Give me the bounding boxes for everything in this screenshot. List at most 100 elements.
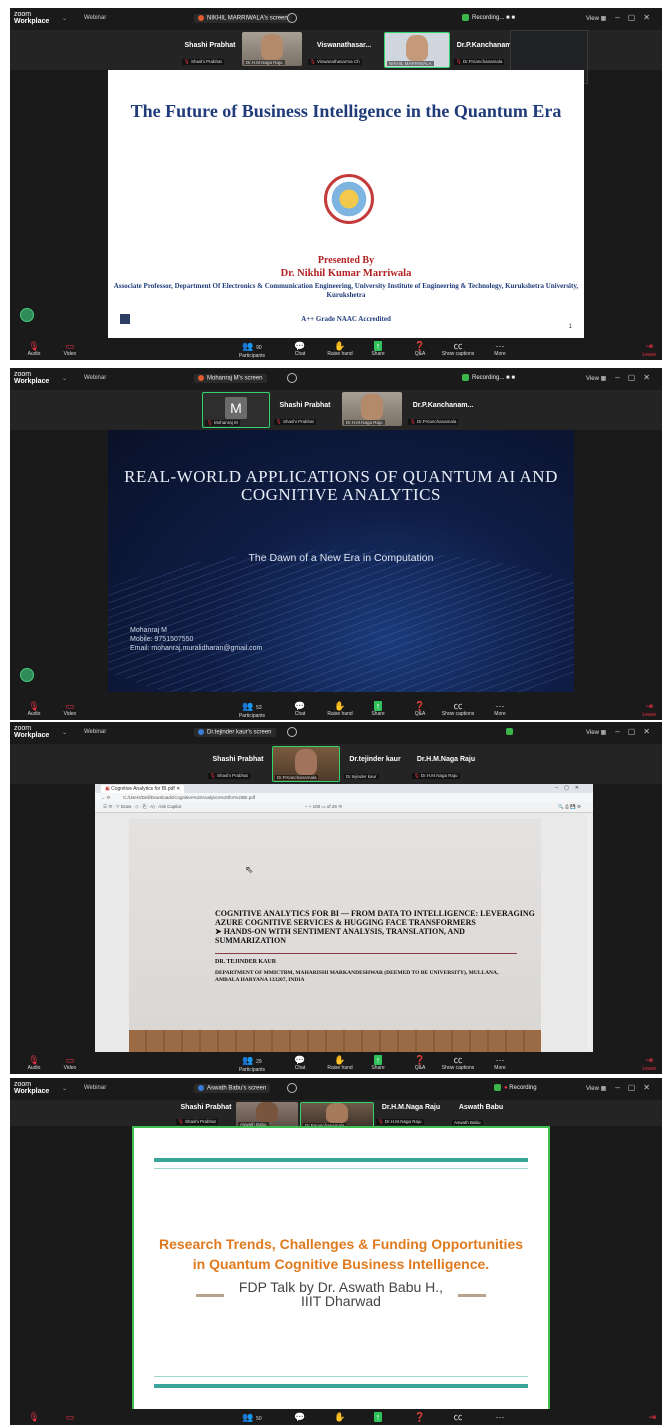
video-button[interactable]: ▭ Video <box>50 341 90 357</box>
more-button[interactable]: ⋯ More <box>480 1055 520 1071</box>
raise-hand-button[interactable]: ✋ Raise hand <box>320 341 360 357</box>
info-icon[interactable] <box>287 13 297 23</box>
chevron-down-icon[interactable]: ⌄ <box>62 729 67 736</box>
view-button[interactable]: View ▦ <box>586 729 606 736</box>
more-button[interactable]: ⋯ More <box>480 341 520 357</box>
shared-screen-name[interactable]: Mohanraj M's screen <box>194 374 267 383</box>
video-button[interactable]: ▭ Video <box>50 701 90 717</box>
share-button[interactable]: ↑ Share <box>358 1055 398 1071</box>
browser-tab[interactable]: ▣ Cognitive Analytics for BI.pdf ✕ <box>101 785 185 793</box>
captions-button[interactable]: ㏄ Show captions <box>438 1055 478 1071</box>
chat-button[interactable]: 💬 Chat <box>280 341 320 357</box>
qa-button[interactable]: ❓ <box>400 1412 440 1422</box>
webinar-label: Webinar <box>84 15 107 21</box>
participant-tile[interactable]: Dr.P.Kanchanam... 🎙 Dr.P.Kanchanamala <box>406 392 480 426</box>
window-controls[interactable]: –▢✕ <box>615 727 658 736</box>
shared-screen-name[interactable]: NIKHIL MARRIWALA's screen <box>194 14 292 23</box>
participant-tile[interactable]: Dr.tejinder kaur Dr.tejinder kaur <box>342 746 408 780</box>
chat-button[interactable]: 💬 <box>280 1412 320 1422</box>
hand-icon: ✋ <box>334 341 346 351</box>
captions-button[interactable]: ㏄ Show captions <box>438 341 478 357</box>
audio-button[interactable]: 🎙 Audio <box>14 1055 54 1071</box>
window-controls[interactable]: –▢✕ <box>615 1083 658 1092</box>
qa-icon: ❓ <box>414 341 426 351</box>
captions-button[interactable]: ㏄ Show captions <box>438 701 478 717</box>
zoom-apps-icon[interactable] <box>20 668 34 682</box>
participant-tile[interactable]: Dr.H.M.Naga Raju <box>242 32 302 66</box>
captions-button[interactable]: ㏄ <box>438 1412 478 1422</box>
participant-tile[interactable]: Shashi Prabhat 🎙 Shashi Prabhat <box>206 746 270 780</box>
participant-tile[interactable]: Shashi Prabhat 🎙 Shashi Prabhat <box>180 32 240 66</box>
info-icon[interactable] <box>287 373 297 383</box>
slide-title: The Future of Business Intelligence in t… <box>130 101 562 121</box>
shared-screen-name[interactable]: Aswath Babu's screen <box>194 1084 271 1093</box>
slide-rule <box>154 1384 528 1388</box>
address-bar[interactable]: ← ⟳ C:/Users/Dell/Downloads/Cognitive%20A… <box>95 793 593 802</box>
more-button[interactable]: ⋯ More <box>480 701 520 717</box>
participant-tile[interactable]: Dr.H.M.Naga Raju 🎙 Dr.H.M.Naga Raju <box>374 1102 448 1126</box>
audio-button[interactable]: 🎙 Audio <box>14 701 54 717</box>
info-icon[interactable] <box>287 727 297 737</box>
chevron-down-icon[interactable]: ⌄ <box>62 1085 67 1092</box>
chat-button[interactable]: 💬 Chat <box>280 1055 320 1071</box>
chevron-down-icon[interactable]: ⌄ <box>62 15 67 22</box>
participant-tile[interactable]: Dr.H.M.Naga Raju <box>342 392 402 426</box>
browser-window: ▣ Cognitive Analytics for BI.pdf ✕ –▢✕ ←… <box>95 784 593 1052</box>
info-icon[interactable] <box>287 1083 297 1093</box>
raise-hand-button[interactable]: ✋ <box>320 1412 360 1422</box>
shared-screen-name[interactable]: Dr.tejinder kaur's screen <box>194 728 276 737</box>
participant-tile-active-speaker[interactable]: NIKHIL MARRIWALA <box>384 32 450 68</box>
leave-button[interactable]: ⇥ Leave <box>642 1055 656 1072</box>
window-controls[interactable]: –▢✕ <box>555 784 585 793</box>
participants-button[interactable]: 👥 90 Participants <box>232 341 272 359</box>
participant-tile[interactable]: Shashi Prabhat 🎙 Shashi Prabhat <box>272 392 338 426</box>
qa-button[interactable]: ❓ Q&A <box>400 1055 440 1071</box>
audio-button[interactable]: 🎙 Audio <box>14 341 54 357</box>
slide-background-art <box>108 550 574 692</box>
scrollbar[interactable] <box>587 814 591 1050</box>
qa-button[interactable]: ❓ Q&A <box>400 341 440 357</box>
audio-button[interactable]: 🎙 <box>14 1412 54 1422</box>
pdf-tools[interactable]: ☰ ⟲ · ▽ Draw · ◇ · ⎘ · A) · Ask Copilot <box>103 802 181 812</box>
recording-status[interactable]: Recording... ■ ■ <box>462 14 515 21</box>
stage-margin <box>548 1126 662 1418</box>
participant-tile-active-speaker[interactable]: Dr.P.Kanchanamala <box>272 746 340 782</box>
participant-tile[interactable]: Aswath Babu Aswath Babu <box>450 1102 512 1126</box>
video-button[interactable]: ▭ Video <box>50 1055 90 1071</box>
pdf-actions[interactable]: 🔍 ⎙ 💾 ⚙ <box>558 802 581 812</box>
participant-tile[interactable]: Aswath Babu <box>236 1102 298 1128</box>
divider <box>215 953 517 954</box>
zoom-apps-icon[interactable] <box>20 308 34 322</box>
video-button[interactable]: ▭ <box>50 1412 90 1422</box>
leave-button[interactable]: ⇥ Leave <box>642 341 656 358</box>
view-button[interactable]: View ▦ <box>586 1085 606 1092</box>
more-button[interactable]: ⋯ <box>480 1412 520 1422</box>
leave-button[interactable]: ⇥ Leave <box>642 701 656 718</box>
participants-button[interactable]: 👥 50 <box>232 1412 272 1424</box>
recording-status[interactable]: ● Recording <box>494 1084 537 1091</box>
chat-button[interactable]: 💬 Chat <box>280 701 320 717</box>
webinar-label: Webinar <box>84 1085 107 1091</box>
chevron-down-icon[interactable]: ⌄ <box>62 375 67 382</box>
participants-button[interactable]: 👥 53 Participants <box>232 701 272 719</box>
participant-tile-active-speaker[interactable]: M 🎙 Mohanraj M <box>202 392 270 428</box>
window-controls[interactable]: –▢✕ <box>615 373 658 382</box>
window-controls[interactable]: –▢✕ <box>615 13 658 22</box>
hand-icon: ✋ <box>334 1055 346 1065</box>
qa-button[interactable]: ❓ Q&A <box>400 701 440 717</box>
participant-tile[interactable]: Dr.H.M.Naga Raju 🎙 Dr.H.M.Naga Raju <box>410 746 482 780</box>
share-button[interactable]: ↑ Share <box>358 341 398 357</box>
leave-button[interactable]: ⇥ <box>648 1412 656 1423</box>
raise-hand-button[interactable]: ✋ Raise hand <box>320 1055 360 1071</box>
view-button[interactable]: View ▦ <box>586 15 606 22</box>
participant-tile[interactable]: Shashi Prabhat 🎙 Shashi Prabhat <box>174 1102 238 1126</box>
share-button[interactable]: ↑ Share <box>358 701 398 717</box>
security-status[interactable] <box>506 728 516 735</box>
share-button[interactable]: ↑ <box>358 1412 398 1422</box>
participant-tile[interactable]: Viswanathasar... 🎙 Viswanathasarma Ch <box>306 32 382 66</box>
view-button[interactable]: View ▦ <box>586 375 606 382</box>
recording-status[interactable]: Recording... ■ ■ <box>462 374 515 381</box>
participants-button[interactable]: 👥 29 Participants <box>232 1055 272 1073</box>
pdf-zoom-controls[interactable]: – + 100 ▭ of 25 ⟲ <box>305 802 342 812</box>
raise-hand-button[interactable]: ✋ Raise hand <box>320 701 360 717</box>
